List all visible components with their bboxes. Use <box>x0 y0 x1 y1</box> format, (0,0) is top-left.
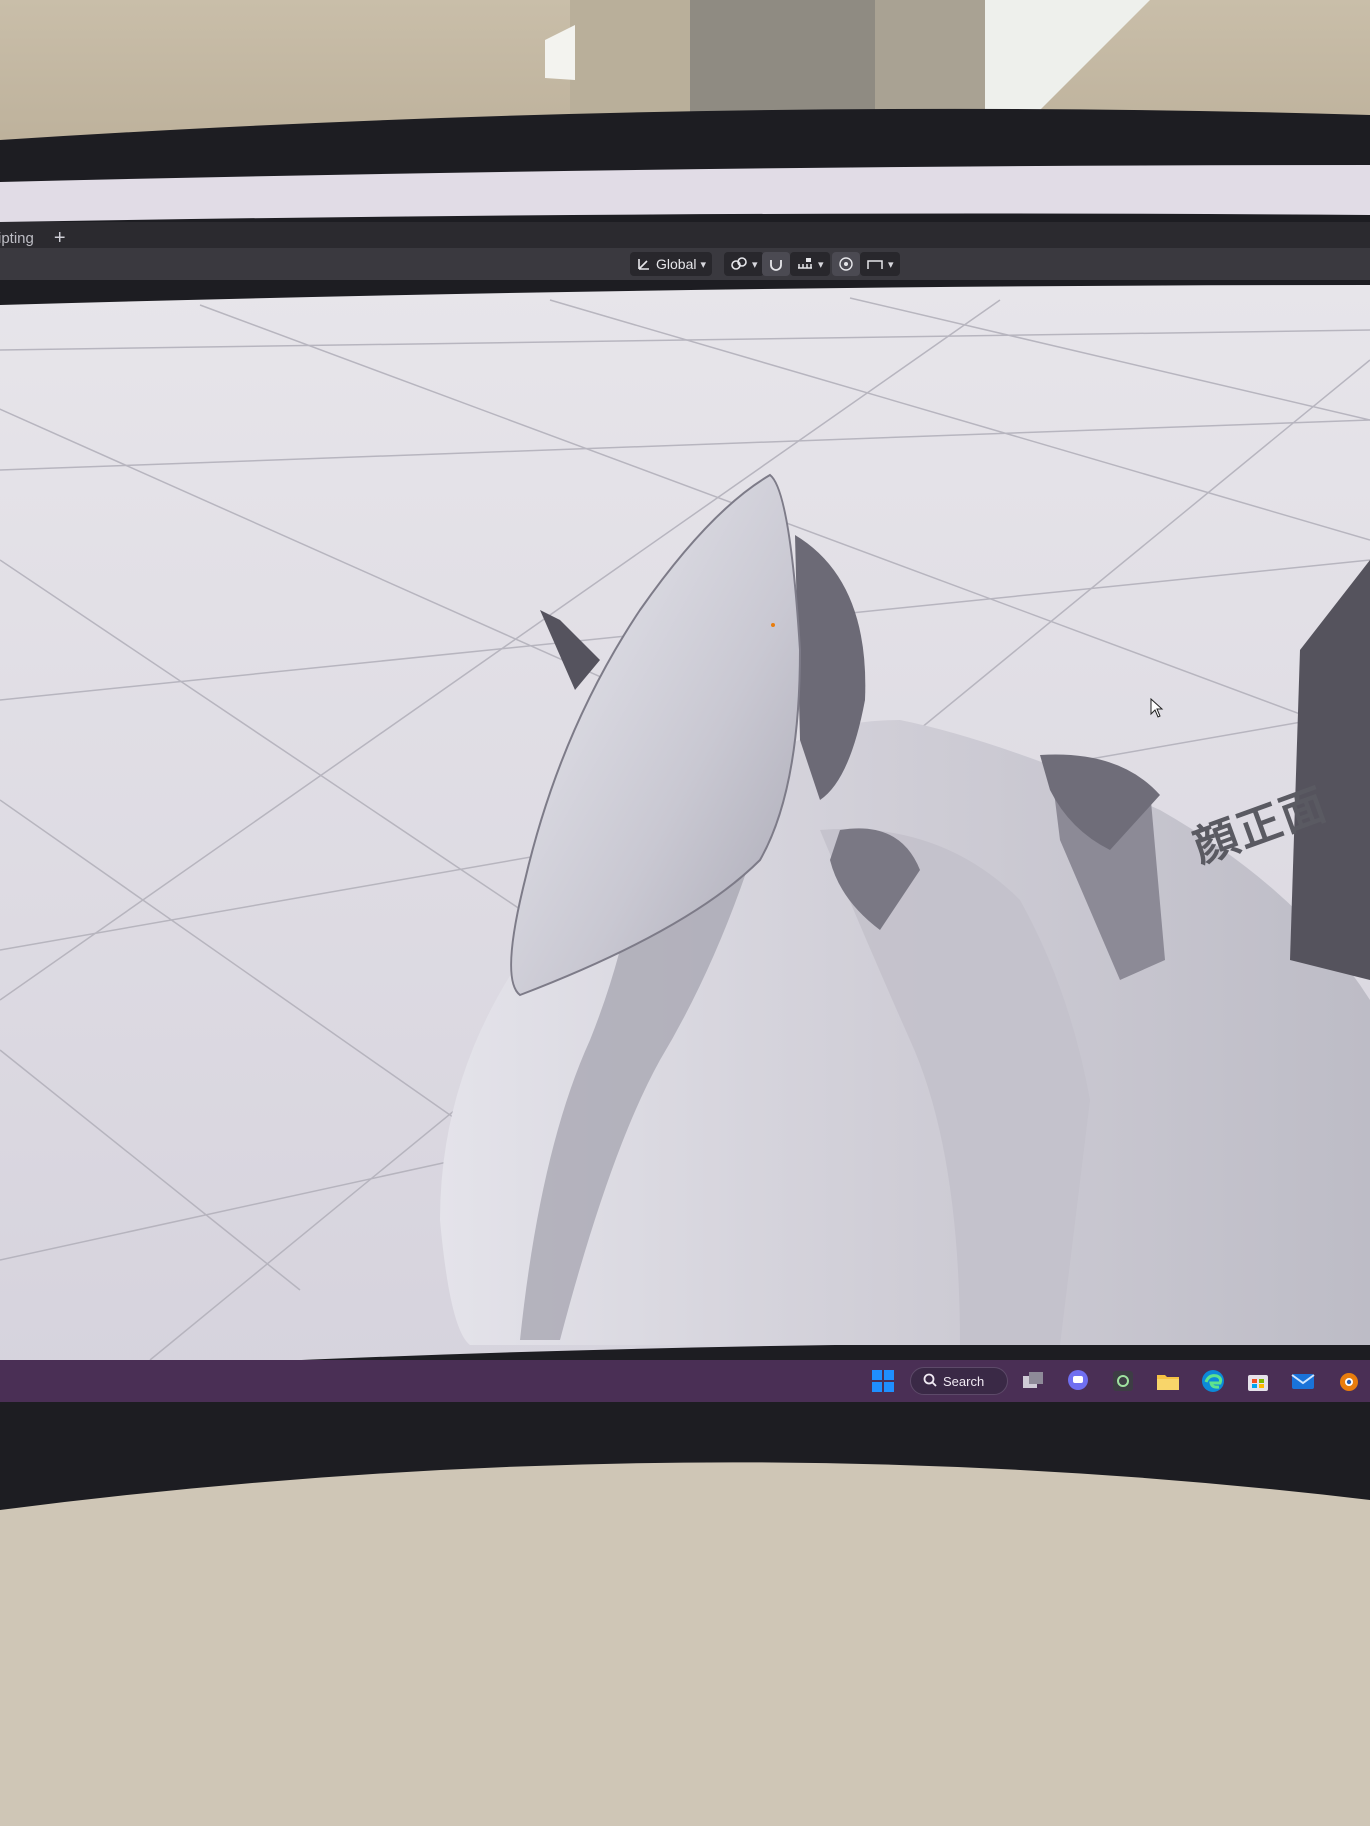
proportional-edit-icon <box>838 256 854 272</box>
taskbar-search-label: Search <box>943 1373 985 1389</box>
transform-orientation-dropdown[interactable]: Global ▾ <box>630 252 712 276</box>
snap-increment-icon <box>796 256 814 272</box>
proportional-group: ▾ <box>832 252 900 276</box>
chevron-down-icon: ▾ <box>818 258 824 271</box>
tab-scripting[interactable]: ipting <box>0 230 34 247</box>
windows-taskbar: Search <box>0 1360 1370 1402</box>
mouse-cursor-icon <box>1150 698 1164 718</box>
chevron-down-icon: ▾ <box>700 258 706 271</box>
mail-icon[interactable] <box>1290 1368 1316 1394</box>
pivot-point-dropdown[interactable]: ▾ <box>724 252 764 276</box>
snap-increment-dropdown[interactable]: ▾ <box>790 252 830 276</box>
blender-icon[interactable] <box>1335 1368 1361 1394</box>
pivot-group: ▾ <box>724 252 764 276</box>
file-explorer-icon[interactable] <box>1155 1368 1181 1394</box>
magnet-icon <box>768 256 784 272</box>
chevron-down-icon: ▾ <box>888 258 894 271</box>
windows-start-icon[interactable] <box>870 1368 896 1394</box>
chevron-down-icon: ▾ <box>752 258 758 271</box>
transform-orientation-group: Global ▾ <box>630 252 712 276</box>
task-view-icon[interactable] <box>1020 1368 1046 1394</box>
add-workspace-button[interactable]: + <box>54 228 66 248</box>
falloff-dropdown[interactable]: ▾ <box>860 252 900 276</box>
widget-icon[interactable] <box>1110 1368 1136 1394</box>
taskbar-search-button[interactable]: Search <box>910 1367 1008 1395</box>
viewport-header: Global ▾ ▾ ▾ ▾ <box>0 248 1370 280</box>
orientation-axis-icon <box>636 256 652 272</box>
snap-toggle[interactable] <box>762 252 790 276</box>
snap-group: ▾ <box>762 252 830 276</box>
proportional-edit-toggle[interactable] <box>832 252 860 276</box>
search-icon <box>923 1373 937 1390</box>
falloff-icon <box>866 256 884 272</box>
transform-orientation-label: Global <box>656 256 697 272</box>
chat-icon[interactable] <box>1065 1368 1091 1394</box>
edge-icon[interactable] <box>1200 1368 1226 1394</box>
pivot-icon <box>730 256 748 272</box>
store-icon[interactable] <box>1245 1368 1271 1394</box>
